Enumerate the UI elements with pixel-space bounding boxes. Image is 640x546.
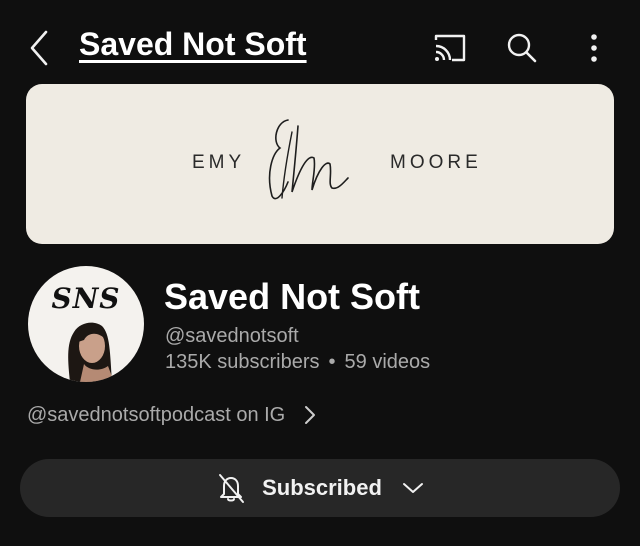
back-button[interactable] <box>24 28 56 68</box>
search-button[interactable] <box>502 28 542 68</box>
channel-link-row[interactable]: @savednotsoftpodcast on IG <box>27 401 317 429</box>
cast-icon <box>434 34 466 62</box>
channel-link-text[interactable]: @savednotsoftpodcast on IG <box>27 404 285 427</box>
more-options-button[interactable] <box>574 28 614 68</box>
subscribed-button[interactable]: Subscribed <box>20 459 620 517</box>
subscribed-label: Subscribed <box>262 475 382 500</box>
channel-page: Saved Not Soft EMY MOORE SNS Saved Not S… <box>0 0 640 546</box>
app-bar-title[interactable]: Saved Not Soft <box>79 26 307 63</box>
stats-separator: • <box>328 351 336 373</box>
search-icon <box>507 33 537 63</box>
subscribed-button-content: Subscribed <box>20 459 620 517</box>
channel-stats: 135K subscribers • 59 videos <box>165 351 430 374</box>
channel-name: Saved Not Soft <box>164 276 421 317</box>
subscriber-count: 135K subscribers <box>165 351 320 373</box>
channel-banner: EMY MOORE <box>26 84 614 244</box>
chevron-down-icon <box>402 483 423 493</box>
notifications-off-icon <box>219 474 245 503</box>
app-bar: Saved Not Soft <box>0 0 640 96</box>
banner-text-second: MOORE <box>390 152 482 173</box>
channel-handle: @savednotsoft <box>165 325 299 347</box>
more-vert-icon <box>591 34 597 62</box>
chevron-right-icon <box>305 406 316 424</box>
back-arrow-icon <box>30 30 48 66</box>
banner-text-first: EMY <box>192 152 246 173</box>
video-count: 59 videos <box>344 351 431 373</box>
monogram-logo <box>268 119 349 200</box>
cast-button[interactable] <box>430 28 470 68</box>
channel-avatar[interactable]: SNS <box>28 266 144 382</box>
avatar-logo-text: SNS <box>51 282 121 315</box>
